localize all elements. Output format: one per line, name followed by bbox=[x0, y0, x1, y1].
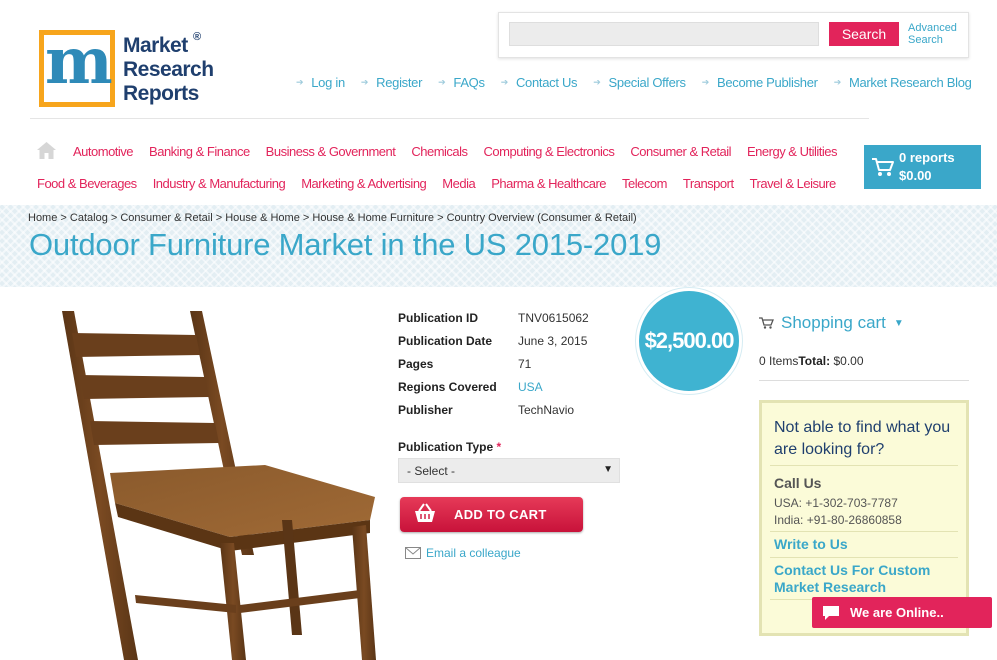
breadcrumb-catalog[interactable]: Catalog bbox=[70, 212, 108, 224]
search-bar: Search Advanced Search bbox=[498, 12, 969, 58]
category-automotive[interactable]: Automotive bbox=[73, 144, 134, 159]
arrow-icon: ➔ bbox=[833, 77, 842, 87]
header-cart-button[interactable]: 0 reports $0.00 bbox=[864, 145, 981, 189]
home-icon[interactable] bbox=[37, 142, 56, 159]
arrow-icon: ➔ bbox=[296, 77, 304, 87]
category-travel-leisure[interactable]: Travel & Leisure bbox=[750, 176, 837, 191]
category-telecom[interactable]: Telecom bbox=[622, 176, 667, 191]
detail-row: Pages 71 bbox=[398, 357, 589, 380]
page-title: Outdoor Furniture Market in the US 2015-… bbox=[29, 227, 662, 262]
breadcrumb-country-overview[interactable]: Country Overview (Consumer & Retail) bbox=[447, 212, 637, 224]
call-us-title: Call Us bbox=[774, 475, 822, 491]
logo-mark: m bbox=[39, 24, 115, 107]
top-link-blog[interactable]: ➔ Market Research Blog bbox=[834, 75, 972, 90]
detail-row: Regions Covered USA bbox=[398, 380, 589, 403]
category-nav-row-2: Food & Beverages Industry & Manufacturin… bbox=[37, 176, 836, 191]
breadcrumb-consumer-retail[interactable]: Consumer & Retail bbox=[120, 212, 212, 224]
top-link-become-publisher[interactable]: ➔ Become Publisher bbox=[702, 75, 818, 90]
help-question: Not able to find what you are looking fo… bbox=[774, 419, 951, 458]
email-colleague-link[interactable]: Email a colleague bbox=[405, 546, 521, 560]
top-link-special-offers[interactable]: ➔ Special Offers bbox=[593, 75, 686, 90]
basket-icon bbox=[415, 503, 435, 522]
category-energy-utilities[interactable]: Energy & Utilities bbox=[747, 144, 837, 159]
category-nav-row-1: Automotive Banking & Finance Business & … bbox=[73, 144, 837, 159]
top-link-contact[interactable]: ➔ Contact Us bbox=[501, 75, 578, 90]
help-divider bbox=[770, 465, 958, 466]
region-link[interactable]: USA bbox=[518, 380, 543, 403]
category-banking-finance[interactable]: Banking & Finance bbox=[149, 144, 250, 159]
category-transport[interactable]: Transport bbox=[683, 176, 734, 191]
publication-details: Publication ID TNV0615062 Publication Da… bbox=[398, 311, 589, 426]
category-marketing-advertising[interactable]: Marketing & Advertising bbox=[301, 176, 427, 191]
envelope-icon bbox=[405, 547, 421, 559]
write-to-us-link[interactable]: Write to Us bbox=[774, 536, 848, 553]
chat-bubble-icon bbox=[823, 605, 839, 620]
top-link-faqs[interactable]: ➔ FAQs bbox=[438, 75, 485, 90]
header-divider bbox=[30, 118, 869, 119]
cart-icon bbox=[872, 158, 894, 176]
category-business-government[interactable]: Business & Government bbox=[266, 144, 396, 159]
top-nav: ➔ Log in ➔ Register ➔ FAQs ➔ Contact Us ➔ Spe… bbox=[296, 75, 972, 90]
publisher-name: TechNavio bbox=[518, 403, 575, 417]
cart-icon bbox=[759, 317, 774, 329]
category-media[interactable]: Media bbox=[442, 176, 475, 191]
required-marker: * bbox=[496, 440, 502, 454]
arrow-icon: ➔ bbox=[360, 77, 369, 87]
help-divider bbox=[770, 557, 958, 558]
shopping-cart-header[interactable]: Shopping cart ▼ bbox=[759, 313, 904, 333]
search-input[interactable] bbox=[509, 22, 819, 46]
price-badge: $2,500.00 bbox=[639, 291, 739, 391]
custom-research-link[interactable]: Contact Us For Custom Market Research bbox=[774, 562, 959, 596]
cart-summary: 0 ItemsTotal: $0.00 bbox=[759, 354, 864, 368]
chevron-down-icon: ▼ bbox=[893, 317, 904, 329]
registered-mark: ® bbox=[193, 31, 202, 43]
arrow-icon: ➔ bbox=[593, 77, 601, 87]
breadcrumb: Home > Catalog > Consumer & Retail > Hou… bbox=[28, 212, 637, 224]
category-pharma-healthcare[interactable]: Pharma & Healthcare bbox=[491, 176, 606, 191]
logo-wordmark: Market Research Reports bbox=[123, 34, 214, 105]
detail-row: Publication Date June 3, 2015 bbox=[398, 334, 589, 357]
category-industry-manufacturing[interactable]: Industry & Manufacturing bbox=[153, 176, 286, 191]
arrow-icon: ➔ bbox=[438, 77, 446, 87]
breadcrumb-house-home[interactable]: House & Home bbox=[225, 212, 300, 224]
add-to-cart-button[interactable]: ADD TO CART bbox=[400, 497, 583, 532]
arrow-icon: ➔ bbox=[701, 77, 710, 87]
help-divider bbox=[770, 531, 958, 532]
detail-row: Publication ID TNV0615062 bbox=[398, 311, 589, 334]
category-food-beverages[interactable]: Food & Beverages bbox=[37, 176, 137, 191]
india-phone: India: +91-80-26860858 bbox=[774, 513, 902, 527]
publication-type-select[interactable]: - Select - ▼ bbox=[398, 458, 620, 483]
category-consumer-retail[interactable]: Consumer & Retail bbox=[630, 144, 731, 159]
top-link-login[interactable]: ➔ Log in bbox=[296, 75, 345, 90]
publication-type-label: Publication Type * bbox=[398, 440, 502, 454]
usa-phone: USA: +1-302-703-7787 bbox=[774, 496, 898, 510]
sidebar-divider bbox=[759, 380, 969, 381]
cart-total: $0.00 bbox=[899, 168, 932, 183]
product-image-chair bbox=[62, 311, 376, 660]
search-button[interactable]: Search bbox=[829, 22, 899, 46]
publication-id: TNV0615062 bbox=[518, 311, 589, 325]
category-chemicals[interactable]: Chemicals bbox=[411, 144, 468, 159]
title-band: Home > Catalog > Consumer & Retail > Hou… bbox=[0, 205, 997, 287]
publication-date: June 3, 2015 bbox=[518, 334, 588, 348]
site-logo[interactable]: m Market Research Reports ® bbox=[39, 24, 219, 110]
breadcrumb-home[interactable]: Home bbox=[28, 212, 57, 224]
live-chat-button[interactable]: We are Online.. bbox=[812, 597, 992, 628]
top-link-register[interactable]: ➔ Register bbox=[360, 75, 423, 90]
advanced-search-link[interactable]: Advanced Search bbox=[908, 22, 968, 46]
breadcrumb-house-home-furniture[interactable]: House & Home Furniture bbox=[312, 212, 434, 224]
shopping-cart-title: Shopping cart bbox=[781, 313, 886, 332]
category-computing-electronics[interactable]: Computing & Electronics bbox=[484, 144, 615, 159]
dropdown-arrow-icon: ▼ bbox=[603, 464, 613, 475]
page-count: 71 bbox=[518, 357, 532, 371]
detail-row: Publisher TechNavio bbox=[398, 403, 589, 426]
cart-report-count: 0 reports bbox=[899, 150, 955, 165]
arrow-icon: ➔ bbox=[500, 77, 509, 87]
